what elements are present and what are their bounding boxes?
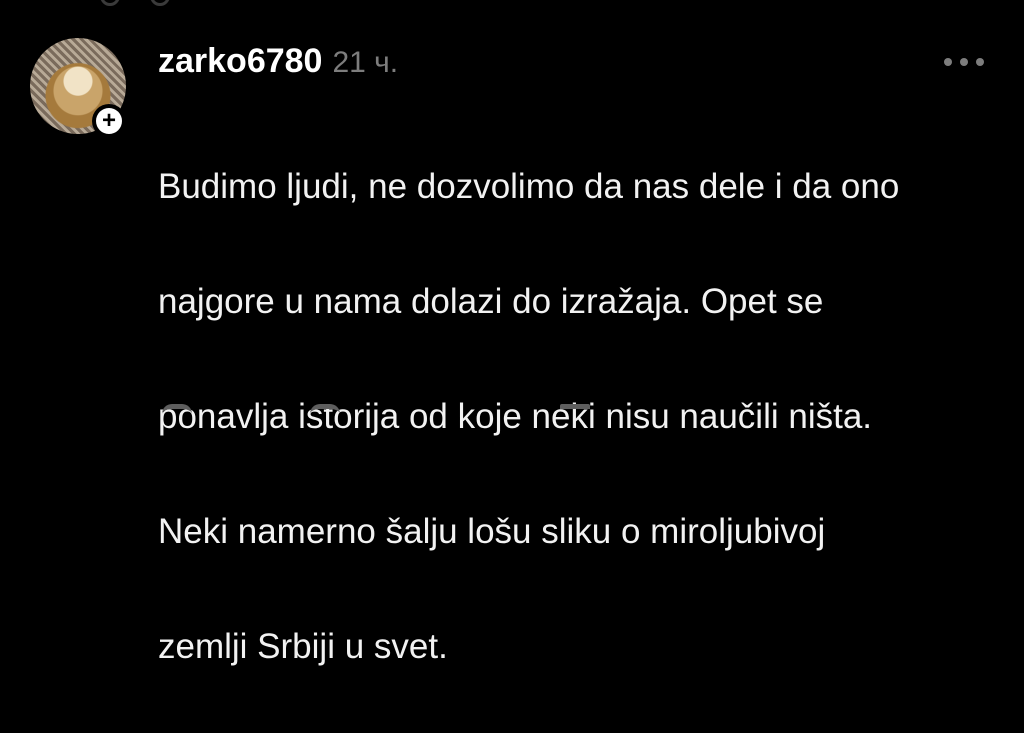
follow-button[interactable]: + xyxy=(92,104,126,138)
comment-text-line: zemlji Srbiji u svet. xyxy=(158,626,448,666)
more-options-button[interactable] xyxy=(944,56,984,68)
comment-text-line: Budimo ljudi, ne dozvolimo da nas dele i… xyxy=(158,166,900,206)
comment-action-bar xyxy=(150,400,650,420)
username[interactable]: zarko6780 xyxy=(158,42,322,81)
plus-icon: + xyxy=(96,108,122,134)
timestamp: 21 ч. xyxy=(332,46,399,79)
comment-header: zarko6780 21 ч. xyxy=(158,42,398,82)
comment-author-avatar-group: + xyxy=(30,38,126,138)
more-horizontal-icon xyxy=(960,58,968,66)
more-horizontal-icon xyxy=(976,58,984,66)
share-icon[interactable] xyxy=(560,404,590,425)
comment-text-line: najgore u nama dolazi do izražaja. Opet … xyxy=(158,281,824,321)
reaction-icon[interactable] xyxy=(162,404,192,425)
reply-icon[interactable] xyxy=(310,404,340,425)
previous-reply-icon xyxy=(150,0,170,6)
comment-text-line: Neki namerno šalju lošu sliku o miroljub… xyxy=(158,511,826,551)
previous-comment-actions xyxy=(0,0,300,6)
previous-reaction-icon xyxy=(100,0,120,6)
more-horizontal-icon xyxy=(944,58,952,66)
